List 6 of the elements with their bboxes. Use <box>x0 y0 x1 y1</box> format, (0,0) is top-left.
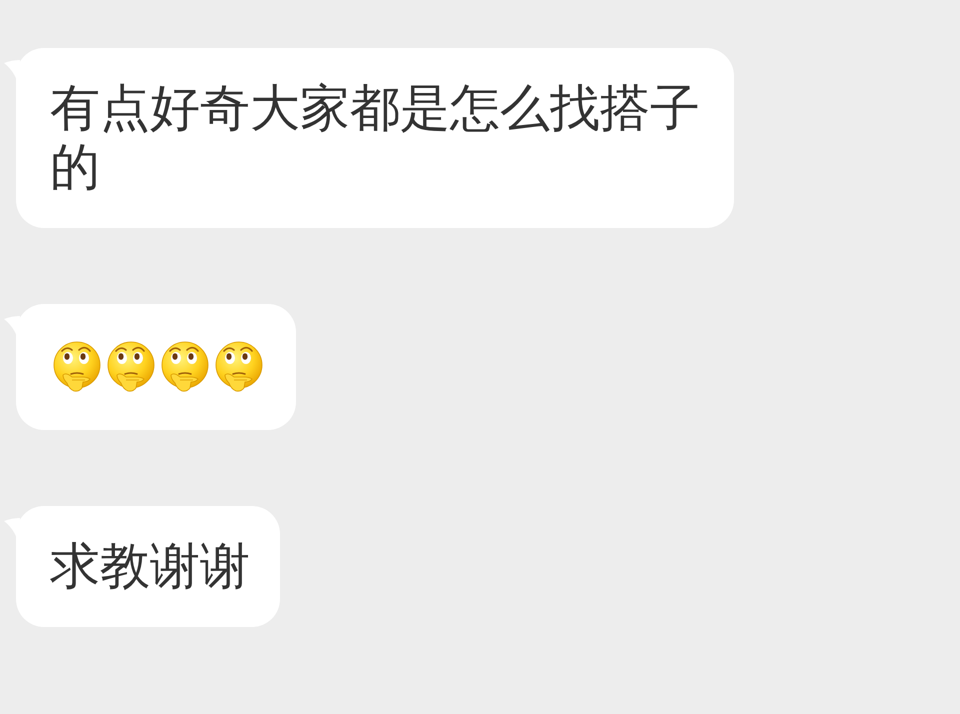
thinking-face-icon <box>52 341 102 393</box>
message-text: 求教谢谢 <box>50 537 250 596</box>
message-text: 有点好奇大家都是怎么找搭子的 <box>50 79 701 197</box>
thinking-face-icon <box>160 341 210 393</box>
thinking-face-icon <box>106 341 156 393</box>
thinking-face-icon <box>214 341 264 393</box>
